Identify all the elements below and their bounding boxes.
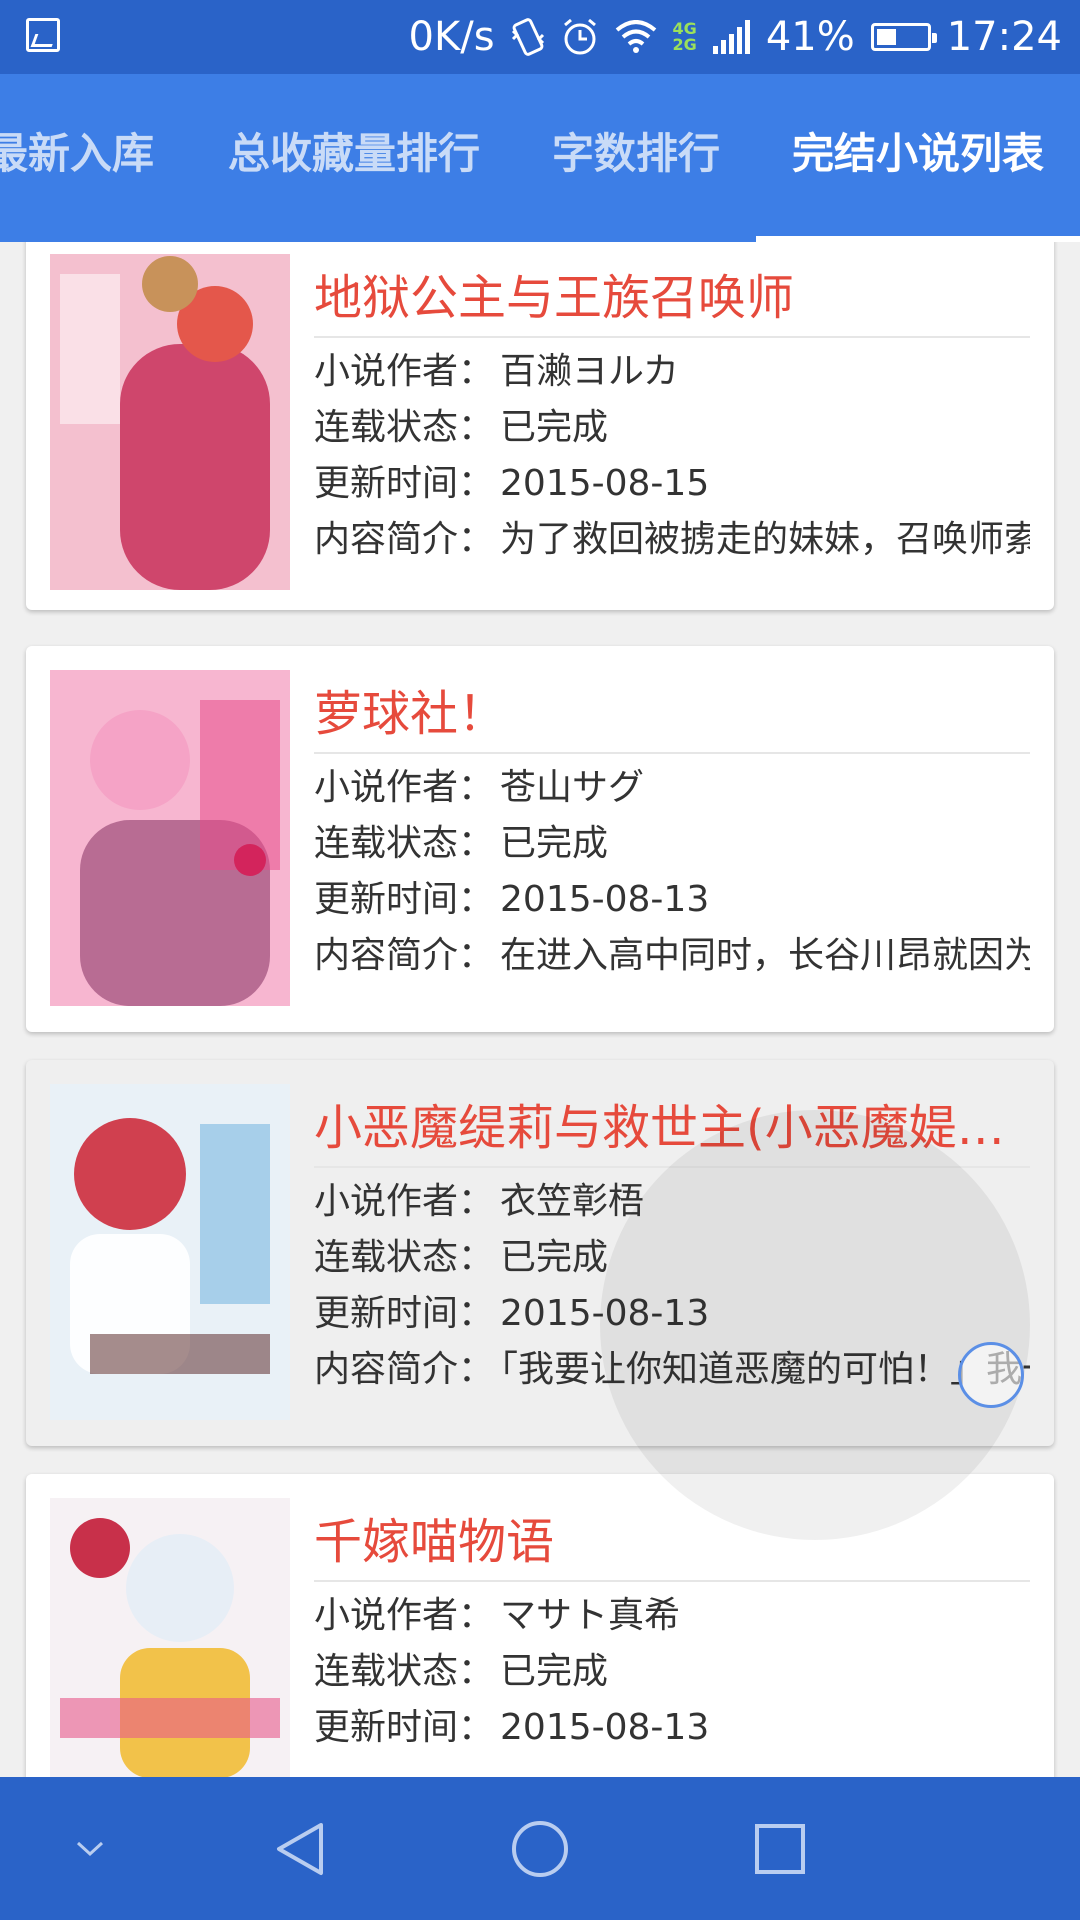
novel-summary-row: 内容简介： 为了救回被掳走的妹妹，召唤师索 [314,512,1030,568]
novel-author: 百濑ヨルカ [500,351,679,392]
navigation-bar [0,1777,1080,1920]
novel-card[interactable]: 萝球社！ 小说作者： 苍山サグ 连载状态： 已完成 更新时间： 2015-08-13 … [26,646,1054,1032]
network-speed: 0K/s [408,14,495,60]
novel-updated-row: 更新时间： 2015-08-15 [314,463,710,504]
novel-summary: 在进入高中同时，长谷川昂就因为 [500,935,1030,976]
chevron-down-icon [76,1841,104,1856]
novel-status: 已完成 [500,407,609,448]
novel-updated: 2015-08-13 [500,1707,710,1748]
recents-button[interactable] [720,1777,840,1920]
battery-percent: 41% [765,14,855,60]
tab-completed-novels[interactable]: 完结小说列表 [792,74,1044,242]
novel-status: 已完成 [500,823,609,864]
novel-author-row: 小说作者： マサト真希 [314,1595,681,1636]
home-button[interactable] [480,1777,600,1920]
novel-updated-row: 更新时间： 2015-08-13 [314,879,710,920]
recents-square-icon [755,1823,805,1874]
novel-cover-image [50,670,290,1006]
back-button[interactable] [240,1777,360,1920]
novel-status: 已完成 [500,1237,609,1278]
hide-nav-button[interactable] [30,1777,150,1920]
novel-status-row: 连载状态： 已完成 [314,407,609,448]
network-type-badge: 4G 2G [672,19,697,54]
gallery-icon [26,18,60,52]
novel-author: 苍山サグ [500,767,645,808]
signal-icon [712,20,750,54]
novel-summary: 为了救回被掳走的妹妹，召唤师索 [500,519,1030,560]
tab-latest[interactable]: 最新入库 [0,74,154,242]
novel-cover-image [50,1498,290,1777]
home-circle-icon [512,1820,568,1877]
novel-list[interactable]: 地狱公主与王族召唤师 小说作者： 百濑ヨルカ 连载状态： 已完成 更新时间： 2015… [0,242,1080,1777]
novel-status: 已完成 [500,1651,609,1692]
novel-title: 萝球社！ [314,676,1030,754]
novel-summary-row: 内容简介： 在进入高中同时，长谷川昂就因为 [314,928,1030,984]
novel-cover-image [50,254,290,590]
novel-title: 千嫁喵物语 [314,1504,1030,1582]
novel-cover-image [50,1084,290,1420]
clock: 17:24 [946,14,1062,60]
alarm-icon [563,18,596,55]
status-bar: 0K/s 4G 2G 41% 17:24 [0,0,1080,74]
novel-author-row: 小说作者： 百濑ヨルカ [314,351,679,392]
novel-status-row: 连载状态： 已完成 [314,1651,609,1692]
novel-updated-row: 更新时间： 2015-08-13 [314,1707,710,1748]
novel-author-row: 小说作者： 苍山サグ [314,767,645,808]
back-triangle-icon [277,1822,323,1875]
floating-assistive-ball[interactable] [958,1342,1024,1408]
category-tab-bar: 最新入库 总收藏量排行 字数排行 完结小说列表 [0,74,1080,242]
novel-author: マサト真希 [500,1595,681,1636]
tab-word-count[interactable]: 字数排行 [552,74,720,242]
novel-card[interactable]: 地狱公主与王族召唤师 小说作者： 百濑ヨルカ 连载状态： 已完成 更新时间： 2015… [26,242,1054,610]
novel-title: 地狱公主与王族召唤师 [314,260,1030,338]
touch-ripple [600,1110,1030,1540]
novel-author: 衣笠彰梧 [500,1181,645,1222]
novel-updated: 2015-08-13 [500,879,710,920]
vibrate-icon [511,18,544,56]
novel-updated: 2015-08-15 [500,463,710,504]
novel-status-row: 连载状态： 已完成 [314,823,609,864]
tab-total-favorites[interactable]: 总收藏量排行 [228,74,480,242]
wifi-icon [615,20,656,53]
battery-icon [870,23,937,51]
